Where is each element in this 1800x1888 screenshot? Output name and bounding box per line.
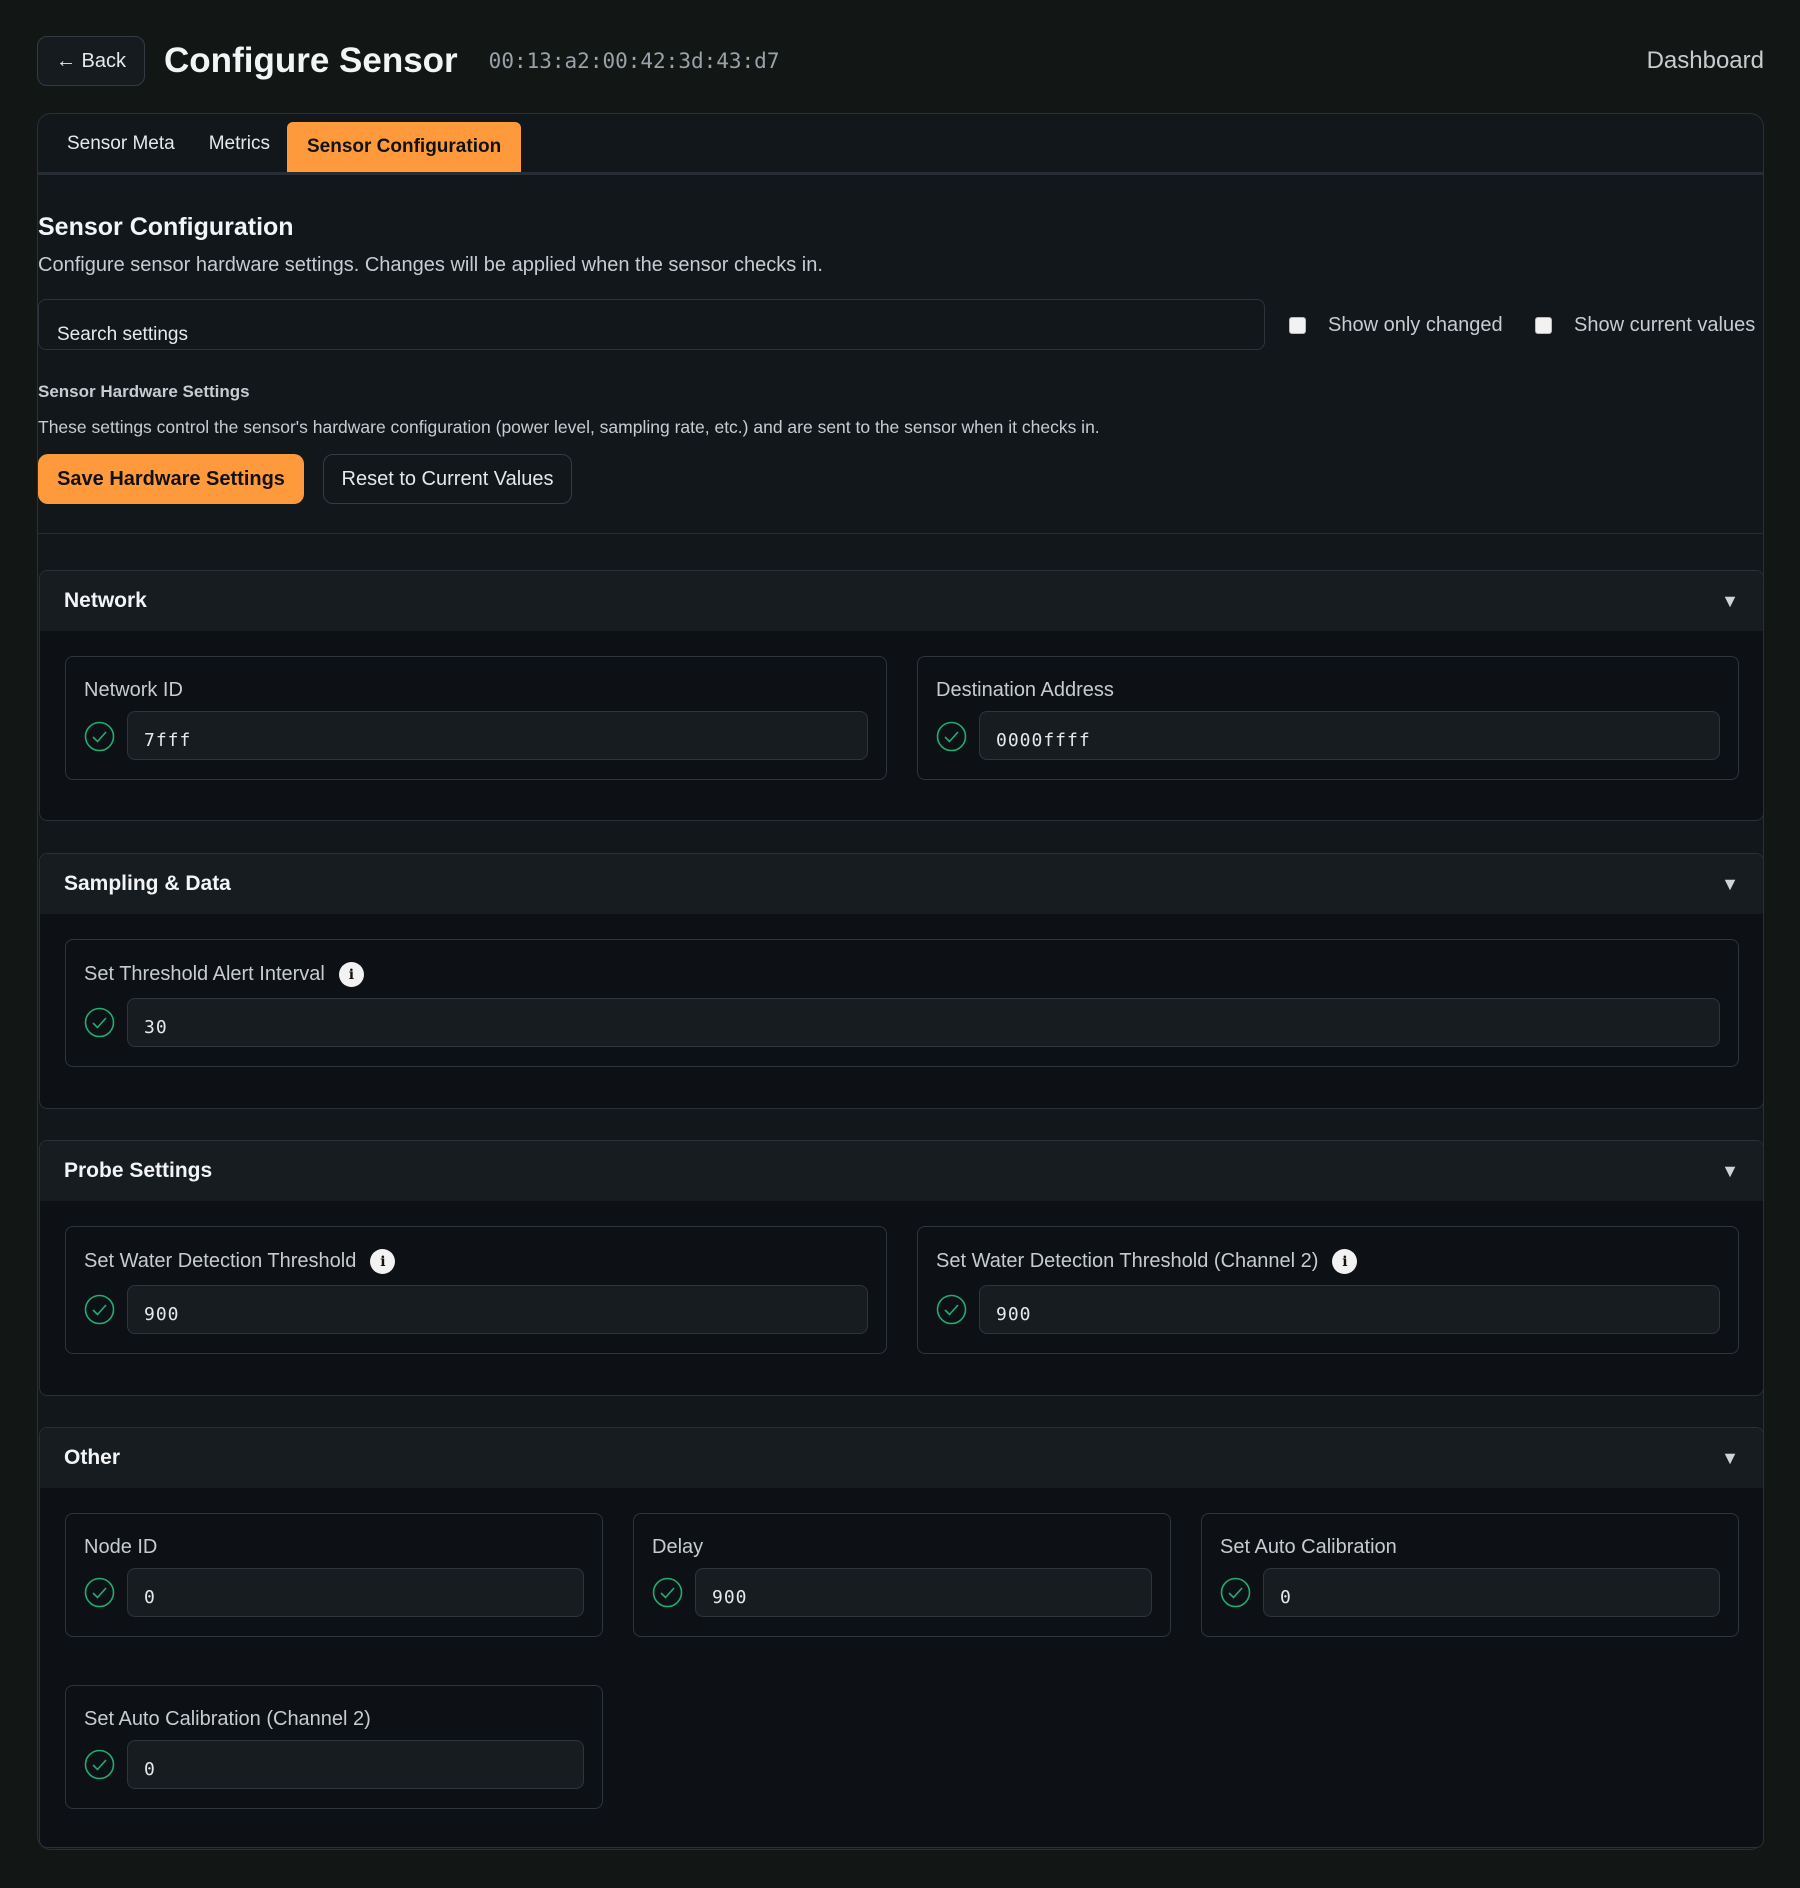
group-network: Network ▼ Network ID 7fff Destination Ad… (39, 570, 1764, 821)
field-delay: Delay 900 (633, 1513, 1171, 1637)
section-description: Configure sensor hardware settings. Chan… (38, 254, 823, 276)
check-circle-icon (84, 1749, 115, 1780)
destination-address-input[interactable]: 0000ffff (979, 711, 1720, 760)
main-panel: Sensor Meta Metrics Sensor Configuration… (37, 113, 1764, 1850)
tab-sensor-meta[interactable]: Sensor Meta (50, 133, 192, 172)
chevron-down-icon[interactable]: ▼ (1721, 1161, 1739, 1182)
group-other-title: Other (64, 1446, 121, 1469)
back-button[interactable]: ← Back (37, 36, 146, 86)
device-id: 00:13:a2:00:42:3d:43:d7 (488, 49, 780, 73)
chevron-down-icon[interactable]: ▼ (1721, 1448, 1739, 1469)
check-circle-icon (1220, 1577, 1251, 1608)
field-node-id: Node ID 0 (65, 1513, 603, 1637)
auto-calibration-ch2-input[interactable]: 0 (127, 1740, 584, 1789)
hardware-settings-title: Sensor Hardware Settings (38, 382, 250, 401)
divider (38, 533, 1763, 534)
top-bar: ← Back Configure Sensor 00:13:a2:00:42:3… (37, 36, 1764, 86)
check-circle-icon (652, 1577, 683, 1608)
check-circle-icon (84, 1007, 115, 1038)
field-auto-calibration-ch2: Set Auto Calibration (Channel 2) 0 (65, 1685, 603, 1809)
field-label: Set Auto Calibration (Channel 2) (84, 1708, 371, 1730)
field-label: Set Threshold Alert Interval i (84, 962, 364, 987)
tab-sensor-configuration[interactable]: Sensor Configuration (286, 122, 522, 172)
search-input[interactable] (38, 299, 1265, 350)
group-sampling-header[interactable]: Sampling & Data ▼ (40, 854, 1763, 914)
group-probe-header[interactable]: Probe Settings ▼ (40, 1141, 1763, 1201)
group-network-title: Network (64, 589, 147, 612)
chevron-down-icon[interactable]: ▼ (1721, 874, 1739, 895)
group-sampling-data: Sampling & Data ▼ Set Threshold Alert In… (39, 853, 1764, 1109)
group-probe-title: Probe Settings (64, 1159, 213, 1182)
node-id-input[interactable]: 0 (127, 1568, 584, 1617)
field-label: Delay (652, 1536, 704, 1558)
show-current-values-label: Show current values (1574, 314, 1756, 336)
field-water-detection-threshold-ch2: Set Water Detection Threshold (Channel 2… (917, 1226, 1739, 1354)
field-network-id: Network ID 7fff (65, 656, 887, 780)
auto-calibration-input[interactable]: 0 (1263, 1568, 1720, 1617)
show-current-values-toggle[interactable]: Show current values (1535, 314, 1755, 337)
check-circle-icon (84, 1294, 115, 1325)
field-label: Set Water Detection Threshold (Channel 2… (936, 1249, 1358, 1274)
tab-bar: Sensor Meta Metrics Sensor Configuration (38, 114, 1763, 175)
field-label: Set Water Detection Threshold i (84, 1249, 396, 1274)
threshold-alert-interval-input[interactable]: 30 (127, 998, 1720, 1047)
tab-metrics[interactable]: Metrics (192, 133, 287, 172)
check-circle-icon (936, 721, 967, 752)
info-icon[interactable]: i (338, 962, 364, 987)
field-label: Destination Address (936, 679, 1114, 701)
check-circle-icon (936, 1294, 967, 1325)
field-auto-calibration: Set Auto Calibration 0 (1201, 1513, 1739, 1637)
delay-input[interactable]: 900 (695, 1568, 1152, 1617)
dashboard-link[interactable]: Dashboard (1647, 47, 1764, 75)
chevron-down-icon[interactable]: ▼ (1721, 591, 1739, 612)
show-only-changed-toggle[interactable]: Show only changed (1289, 314, 1503, 337)
field-label: Set Auto Calibration (1220, 1536, 1397, 1558)
field-water-detection-threshold: Set Water Detection Threshold i 900 (65, 1226, 887, 1354)
group-other-header[interactable]: Other ▼ (40, 1428, 1763, 1488)
hardware-settings-description: These settings control the sensor's hard… (38, 417, 1100, 437)
field-threshold-alert-interval: Set Threshold Alert Interval i 30 (65, 939, 1739, 1067)
info-icon[interactable]: i (370, 1249, 396, 1274)
field-destination-address: Destination Address 0000ffff (917, 656, 1739, 780)
water-detection-threshold-ch2-input[interactable]: 900 (979, 1285, 1720, 1334)
group-network-header[interactable]: Network ▼ (40, 571, 1763, 631)
group-probe-settings: Probe Settings ▼ Set Water Detection Thr… (39, 1140, 1764, 1396)
field-label: Node ID (84, 1536, 158, 1558)
check-circle-icon (84, 1577, 115, 1608)
section-title: Sensor Configuration (38, 213, 294, 241)
water-detection-threshold-input[interactable]: 900 (127, 1285, 868, 1334)
show-only-changed-checkbox[interactable] (1289, 317, 1306, 334)
network-id-input[interactable]: 7fff (127, 711, 868, 760)
page-title: Configure Sensor (164, 41, 458, 80)
field-label: Network ID (84, 679, 183, 701)
group-sampling-title: Sampling & Data (64, 872, 231, 895)
save-hardware-settings-button[interactable]: Save Hardware Settings (38, 454, 304, 504)
show-current-values-checkbox[interactable] (1535, 317, 1552, 334)
info-icon[interactable]: i (1332, 1249, 1358, 1274)
group-other: Other ▼ Node ID 0 Delay 900 Set Auto Cal… (39, 1427, 1764, 1848)
reset-to-current-values-button[interactable]: Reset to Current Values (323, 454, 572, 504)
check-circle-icon (84, 721, 115, 752)
show-only-changed-label: Show only changed (1328, 314, 1503, 336)
